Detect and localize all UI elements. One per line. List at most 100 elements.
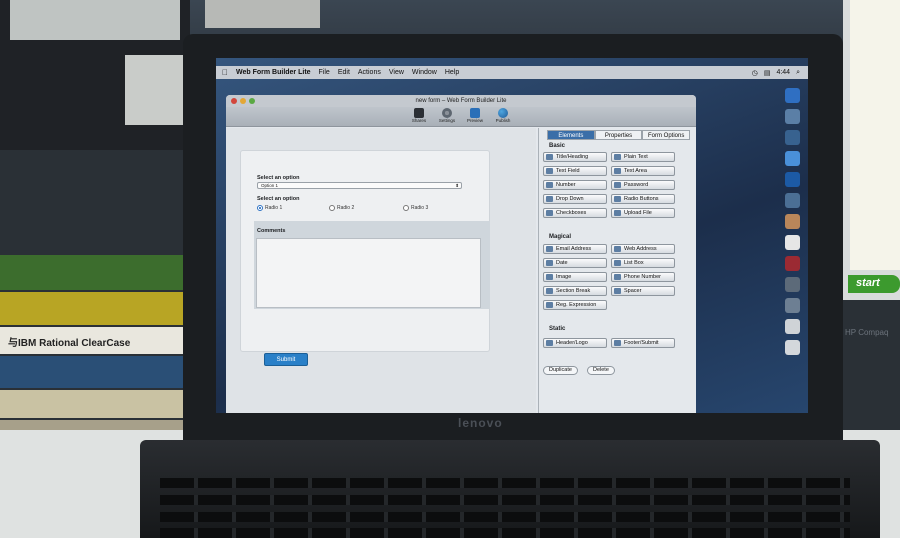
radio-option-3[interactable]: Radio 3 — [403, 205, 428, 211]
document-icon[interactable] — [784, 319, 800, 334]
element-web-address[interactable]: Web Address — [611, 244, 675, 254]
laptop-brand: lenovo — [458, 416, 503, 430]
text-icon — [614, 154, 621, 160]
system-preferences-icon[interactable] — [784, 298, 800, 313]
keyboard-row — [160, 512, 850, 522]
menu-actions[interactable]: Actions — [358, 69, 381, 76]
address-book-icon[interactable] — [784, 214, 800, 229]
toolbar-publish-button[interactable]: Publish — [493, 108, 513, 126]
element-title-heading[interactable]: Title/Heading — [543, 152, 607, 162]
element-checkboxes[interactable]: Checkboxes — [543, 208, 607, 218]
background-monitor-screen — [10, 0, 180, 40]
element-spacer[interactable]: Spacer — [611, 286, 675, 296]
close-icon[interactable] — [231, 98, 237, 104]
facetime-icon[interactable] — [784, 193, 800, 208]
radio-unchecked-icon — [403, 205, 409, 211]
time-machine-icon[interactable]: ◷ — [752, 69, 758, 77]
element-label: Web Address — [624, 246, 657, 252]
menu-app-name[interactable]: Web Form Builder Lite — [236, 69, 311, 76]
compass-icon[interactable] — [784, 130, 800, 145]
elements-panel: Elements Properties Form Options Basic T… — [538, 128, 696, 413]
heading-icon — [546, 154, 553, 160]
itunes-icon[interactable] — [784, 256, 800, 271]
menu-window[interactable]: Window — [412, 69, 437, 76]
element-label: Section Break — [556, 288, 591, 294]
windows-start-button: start — [848, 275, 900, 293]
element-label: Footer/Submit — [624, 340, 659, 346]
toolbar-preview-button[interactable]: Preview — [465, 108, 485, 126]
number-icon — [546, 182, 553, 188]
menu-help[interactable]: Help — [445, 69, 459, 76]
tab-elements[interactable]: Elements — [547, 130, 595, 140]
radio-group-label: Select an option — [257, 196, 300, 202]
element-plain-text[interactable]: Plain Text — [611, 152, 675, 162]
element-image[interactable]: Image — [543, 272, 607, 282]
menu-file[interactable]: File — [319, 69, 330, 76]
tab-properties[interactable]: Properties — [594, 130, 643, 140]
minimize-icon[interactable] — [240, 98, 246, 104]
spotlight-icon[interactable]: ⌕ — [796, 69, 800, 77]
element-radio-buttons[interactable]: Radio Buttons — [611, 194, 675, 204]
photo-icon[interactable] — [784, 277, 800, 292]
toolbar-label: Publish — [495, 118, 511, 123]
menu-view[interactable]: View — [389, 69, 404, 76]
document-icon[interactable] — [784, 340, 800, 355]
option-dropdown[interactable]: Option 1 ⬍ — [257, 182, 462, 189]
element-label: Radio Buttons — [624, 196, 659, 202]
element-number[interactable]: Number — [543, 180, 607, 190]
chevron-down-icon: ⬍ — [455, 183, 459, 188]
section-break-icon — [546, 288, 553, 294]
radio-icon — [614, 196, 621, 202]
element-section-break[interactable]: Section Break — [543, 286, 607, 296]
mail-icon[interactable] — [784, 109, 800, 124]
radio-option-2[interactable]: Radio 2 — [329, 205, 354, 211]
tab-form-options[interactable]: Form Options — [642, 130, 691, 140]
element-label: Header/Logo — [556, 340, 588, 346]
email-icon — [546, 246, 553, 252]
element-drop-down[interactable]: Drop Down — [543, 194, 607, 204]
element-date[interactable]: Date — [543, 258, 607, 268]
duplicate-button[interactable]: Duplicate — [543, 366, 578, 375]
comments-label: Comments — [257, 228, 286, 234]
zoom-icon[interactable] — [249, 98, 255, 104]
element-text-field[interactable]: Text Field — [543, 166, 607, 176]
book — [0, 292, 190, 325]
gear-icon — [442, 108, 452, 118]
element-label: Password — [624, 182, 649, 188]
regex-icon — [546, 302, 553, 308]
radio-option-1[interactable]: Radio 1 — [257, 205, 282, 211]
text-area-icon — [614, 168, 621, 174]
app-store-icon[interactable] — [784, 151, 800, 166]
element-phone-number[interactable]: Phone Number — [611, 272, 675, 282]
flag-icon[interactable]: ▤ — [764, 69, 771, 77]
book-title: 与IBM Rational ClearCase — [0, 327, 190, 354]
element-text-area[interactable]: Text Area — [611, 166, 675, 176]
calendar-icon[interactable] — [784, 235, 800, 250]
menubar-clock[interactable]: 4:44 — [776, 69, 790, 77]
element-reg-expression[interactable]: Reg. Expression — [543, 300, 607, 310]
keyboard-row — [160, 495, 850, 505]
globe-icon — [614, 246, 621, 252]
toolbar-settings-button[interactable]: Settings — [437, 108, 457, 126]
monitor-brand-label: HP Compaq — [845, 328, 889, 337]
toolbar-shares-button[interactable]: Shares — [409, 108, 429, 126]
select-label: Select an option — [257, 175, 300, 181]
delete-button[interactable]: Delete — [587, 366, 615, 375]
safari-icon[interactable] — [784, 172, 800, 187]
right-monitor-screen — [850, 0, 900, 270]
element-footer-submit[interactable]: Footer/Submit — [611, 338, 675, 348]
element-header-logo[interactable]: Header/Logo — [543, 338, 607, 348]
element-email-address[interactable]: Email Address — [543, 244, 607, 254]
element-list-box[interactable]: List Box — [611, 258, 675, 268]
menu-edit[interactable]: Edit — [338, 69, 350, 76]
upload-icon — [614, 210, 621, 216]
submit-button[interactable]: Submit — [264, 353, 308, 366]
element-label: Text Area — [624, 168, 647, 174]
apple-icon[interactable]:  — [222, 68, 228, 77]
element-label: Number — [556, 182, 576, 188]
dock — [782, 88, 802, 408]
element-password[interactable]: Password — [611, 180, 675, 190]
comments-textarea[interactable] — [256, 238, 481, 308]
element-upload-file[interactable]: Upload File — [611, 208, 675, 218]
dashboard-icon[interactable] — [784, 88, 800, 103]
